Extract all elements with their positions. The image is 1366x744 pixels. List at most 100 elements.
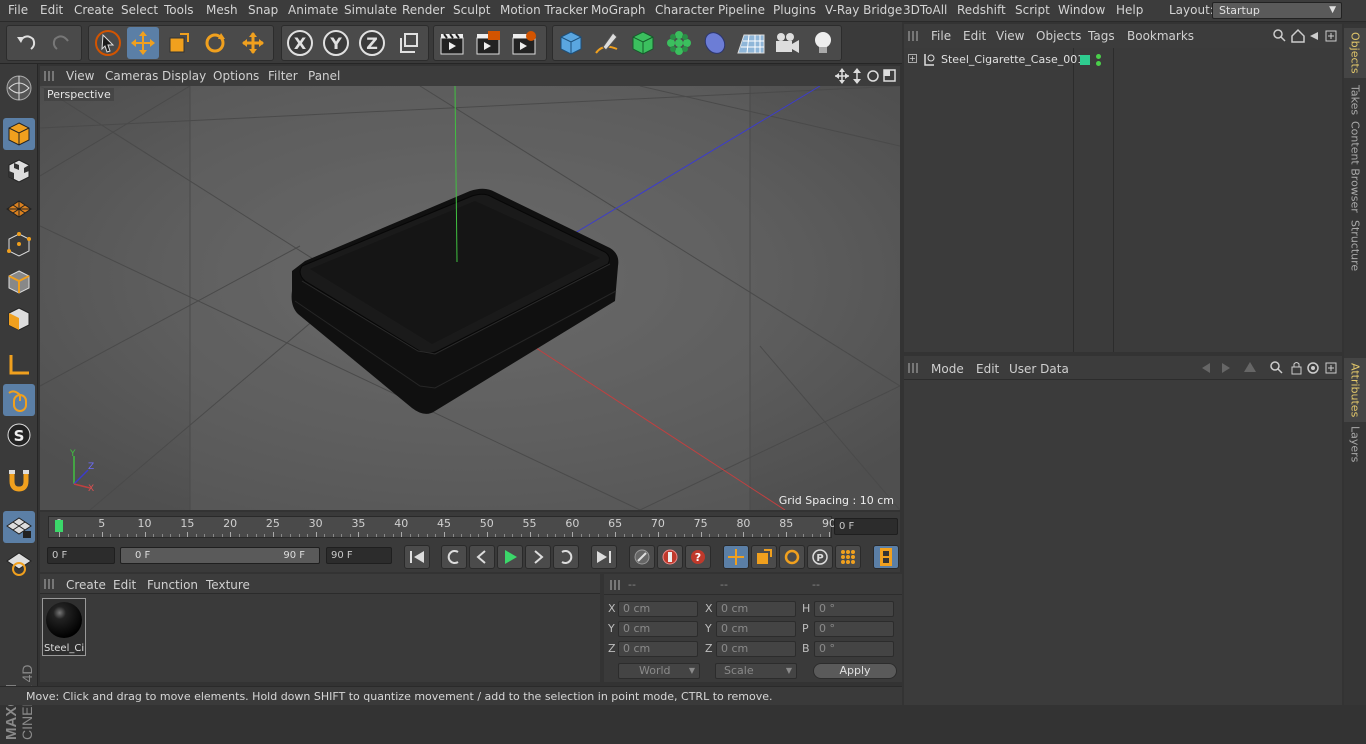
key-parameter-button[interactable]: P <box>807 545 833 569</box>
target-icon[interactable] <box>1307 362 1319 374</box>
cloner-button[interactable] <box>663 27 695 59</box>
material-menu-texture[interactable]: Texture <box>206 578 250 592</box>
material-menu-create[interactable]: Create <box>66 578 106 592</box>
snap-button[interactable]: S <box>3 419 35 451</box>
go-to-start-button[interactable] <box>404 545 430 569</box>
key-position-button[interactable] <box>723 545 749 569</box>
menu-animate[interactable]: Animate <box>288 3 338 17</box>
menu-3dtoall[interactable]: 3DToAll <box>903 3 947 17</box>
back-arrow-icon[interactable] <box>1202 363 1210 373</box>
y-axis-lock-button[interactable]: Y <box>320 27 352 59</box>
viewport-menu-filter[interactable]: Filter <box>268 69 298 83</box>
object-menu-view[interactable]: View <box>996 29 1024 43</box>
coordinate-system-button[interactable] <box>393 27 425 59</box>
object-menu-tags[interactable]: Tags <box>1088 29 1115 43</box>
rot-h-field[interactable]: 0 ° <box>814 601 894 617</box>
floor-button[interactable] <box>735 27 767 59</box>
new-window-icon[interactable] <box>1325 30 1337 42</box>
axis-mode-button[interactable] <box>3 349 35 381</box>
object-menu-bookmarks[interactable]: Bookmarks <box>1127 29 1194 43</box>
start-frame-field[interactable]: 0 F <box>47 547 115 564</box>
viewport-menu-panel[interactable]: Panel <box>308 69 340 83</box>
size-z-field[interactable]: 0 cm <box>716 641 796 657</box>
viewport-menu-options[interactable]: Options <box>213 69 259 83</box>
menu-pipeline[interactable]: Pipeline <box>718 3 765 17</box>
menu-script[interactable]: Script <box>1015 3 1050 17</box>
layout-select[interactable]: Startup ▼ <box>1212 2 1342 19</box>
current-frame-field[interactable]: 0 F <box>834 518 898 535</box>
magnet-button[interactable] <box>3 464 35 496</box>
attribute-menu-user-data[interactable]: User Data <box>1009 362 1069 376</box>
model-mode-button[interactable] <box>3 118 35 150</box>
menu-help[interactable]: Help <box>1116 3 1143 17</box>
record-keyframes-button[interactable] <box>629 545 655 569</box>
timeline-ruler[interactable]: 051015202530354045505560657075808590 <box>48 516 836 538</box>
key-scale-button[interactable] <box>751 545 777 569</box>
points-mode-button[interactable] <box>3 229 35 261</box>
pan-view-icon[interactable] <box>835 68 849 84</box>
menu-character[interactable]: Character <box>655 3 714 17</box>
perspective-viewport[interactable]: Y Z X Perspective Grid Spacing : 10 cm <box>40 86 900 510</box>
expand-icon[interactable]: + <box>908 54 917 63</box>
render-settings-button[interactable] <box>508 27 540 59</box>
live-selection-button[interactable] <box>92 27 124 59</box>
maximize-view-icon[interactable] <box>883 69 896 82</box>
pos-z-field[interactable]: 0 cm <box>618 641 698 657</box>
tab-attributes[interactable]: Attributes <box>1344 358 1366 422</box>
menu-sculpt[interactable]: Sculpt <box>453 3 490 17</box>
next-keyframe-button[interactable] <box>553 545 579 569</box>
zoom-view-icon[interactable] <box>853 68 861 84</box>
layer-color-swatch[interactable] <box>1080 55 1090 65</box>
keyframe-selection-button[interactable]: ? <box>685 545 711 569</box>
previous-frame-button[interactable] <box>469 545 495 569</box>
z-axis-lock-button[interactable]: Z <box>356 27 388 59</box>
key-pla-button[interactable] <box>835 545 861 569</box>
go-to-end-button[interactable] <box>591 545 617 569</box>
viewport-menu-display[interactable]: Display <box>162 69 206 83</box>
camera-button[interactable] <box>771 27 803 59</box>
menu-file[interactable]: File <box>8 3 28 17</box>
tweak-mode-button[interactable] <box>3 384 35 416</box>
playhead[interactable] <box>55 520 63 532</box>
home-icon[interactable] <box>1291 28 1305 43</box>
pos-x-field[interactable]: 0 cm <box>618 601 698 617</box>
tab-takes[interactable]: Takes <box>1344 80 1366 120</box>
forward-arrow-icon[interactable] <box>1222 363 1230 373</box>
object-row[interactable]: + Steel_Cigarette_Case_001 <box>904 51 1084 69</box>
menu-vray-bridge[interactable]: V-Ray Bridge <box>825 3 902 17</box>
render-visibility-dot[interactable] <box>1096 61 1101 66</box>
up-arrow-icon[interactable] <box>1244 362 1256 372</box>
menu-mograph[interactable]: MoGraph <box>591 3 646 17</box>
menu-simulate[interactable]: Simulate <box>344 3 397 17</box>
attribute-menu-edit[interactable]: Edit <box>976 362 999 376</box>
menu-render[interactable]: Render <box>402 3 445 17</box>
new-window-icon[interactable] <box>1325 362 1337 374</box>
object-menu-edit[interactable]: Edit <box>963 29 986 43</box>
search-icon[interactable] <box>1270 361 1283 374</box>
deformer-button[interactable] <box>699 27 731 59</box>
workplane-mode-button[interactable] <box>3 192 35 224</box>
menu-edit[interactable]: Edit <box>40 3 63 17</box>
timeline-filmstrip-button[interactable] <box>873 545 899 569</box>
object-menu-objects[interactable]: Objects <box>1036 29 1081 43</box>
size-mode-select[interactable]: Scale ▼ <box>715 663 797 679</box>
editor-visibility-dot[interactable] <box>1096 54 1101 59</box>
material-menu-function[interactable]: Function <box>147 578 198 592</box>
tab-structure[interactable]: Structure <box>1344 216 1366 276</box>
search-icon[interactable] <box>1273 29 1286 42</box>
coordinate-mode-select[interactable]: World ▼ <box>618 663 700 679</box>
key-rotation-button[interactable] <box>779 545 805 569</box>
viewport-menu-cameras[interactable]: Cameras <box>105 69 158 83</box>
material-menu-edit[interactable]: Edit <box>113 578 136 592</box>
attribute-menu-mode[interactable]: Mode <box>931 362 964 376</box>
texture-mode-button[interactable] <box>3 155 35 187</box>
move-tool-button[interactable] <box>127 27 159 59</box>
pen-spline-button[interactable] <box>591 27 623 59</box>
back-icon[interactable] <box>1310 32 1318 40</box>
render-picture-viewer-button[interactable] <box>472 27 504 59</box>
object-menu-file[interactable]: File <box>931 29 951 43</box>
pos-y-field[interactable]: 0 cm <box>618 621 698 637</box>
workplane-rotate-button[interactable] <box>3 548 35 580</box>
menu-tools[interactable]: Tools <box>164 3 194 17</box>
lock-icon[interactable] <box>1291 362 1302 375</box>
